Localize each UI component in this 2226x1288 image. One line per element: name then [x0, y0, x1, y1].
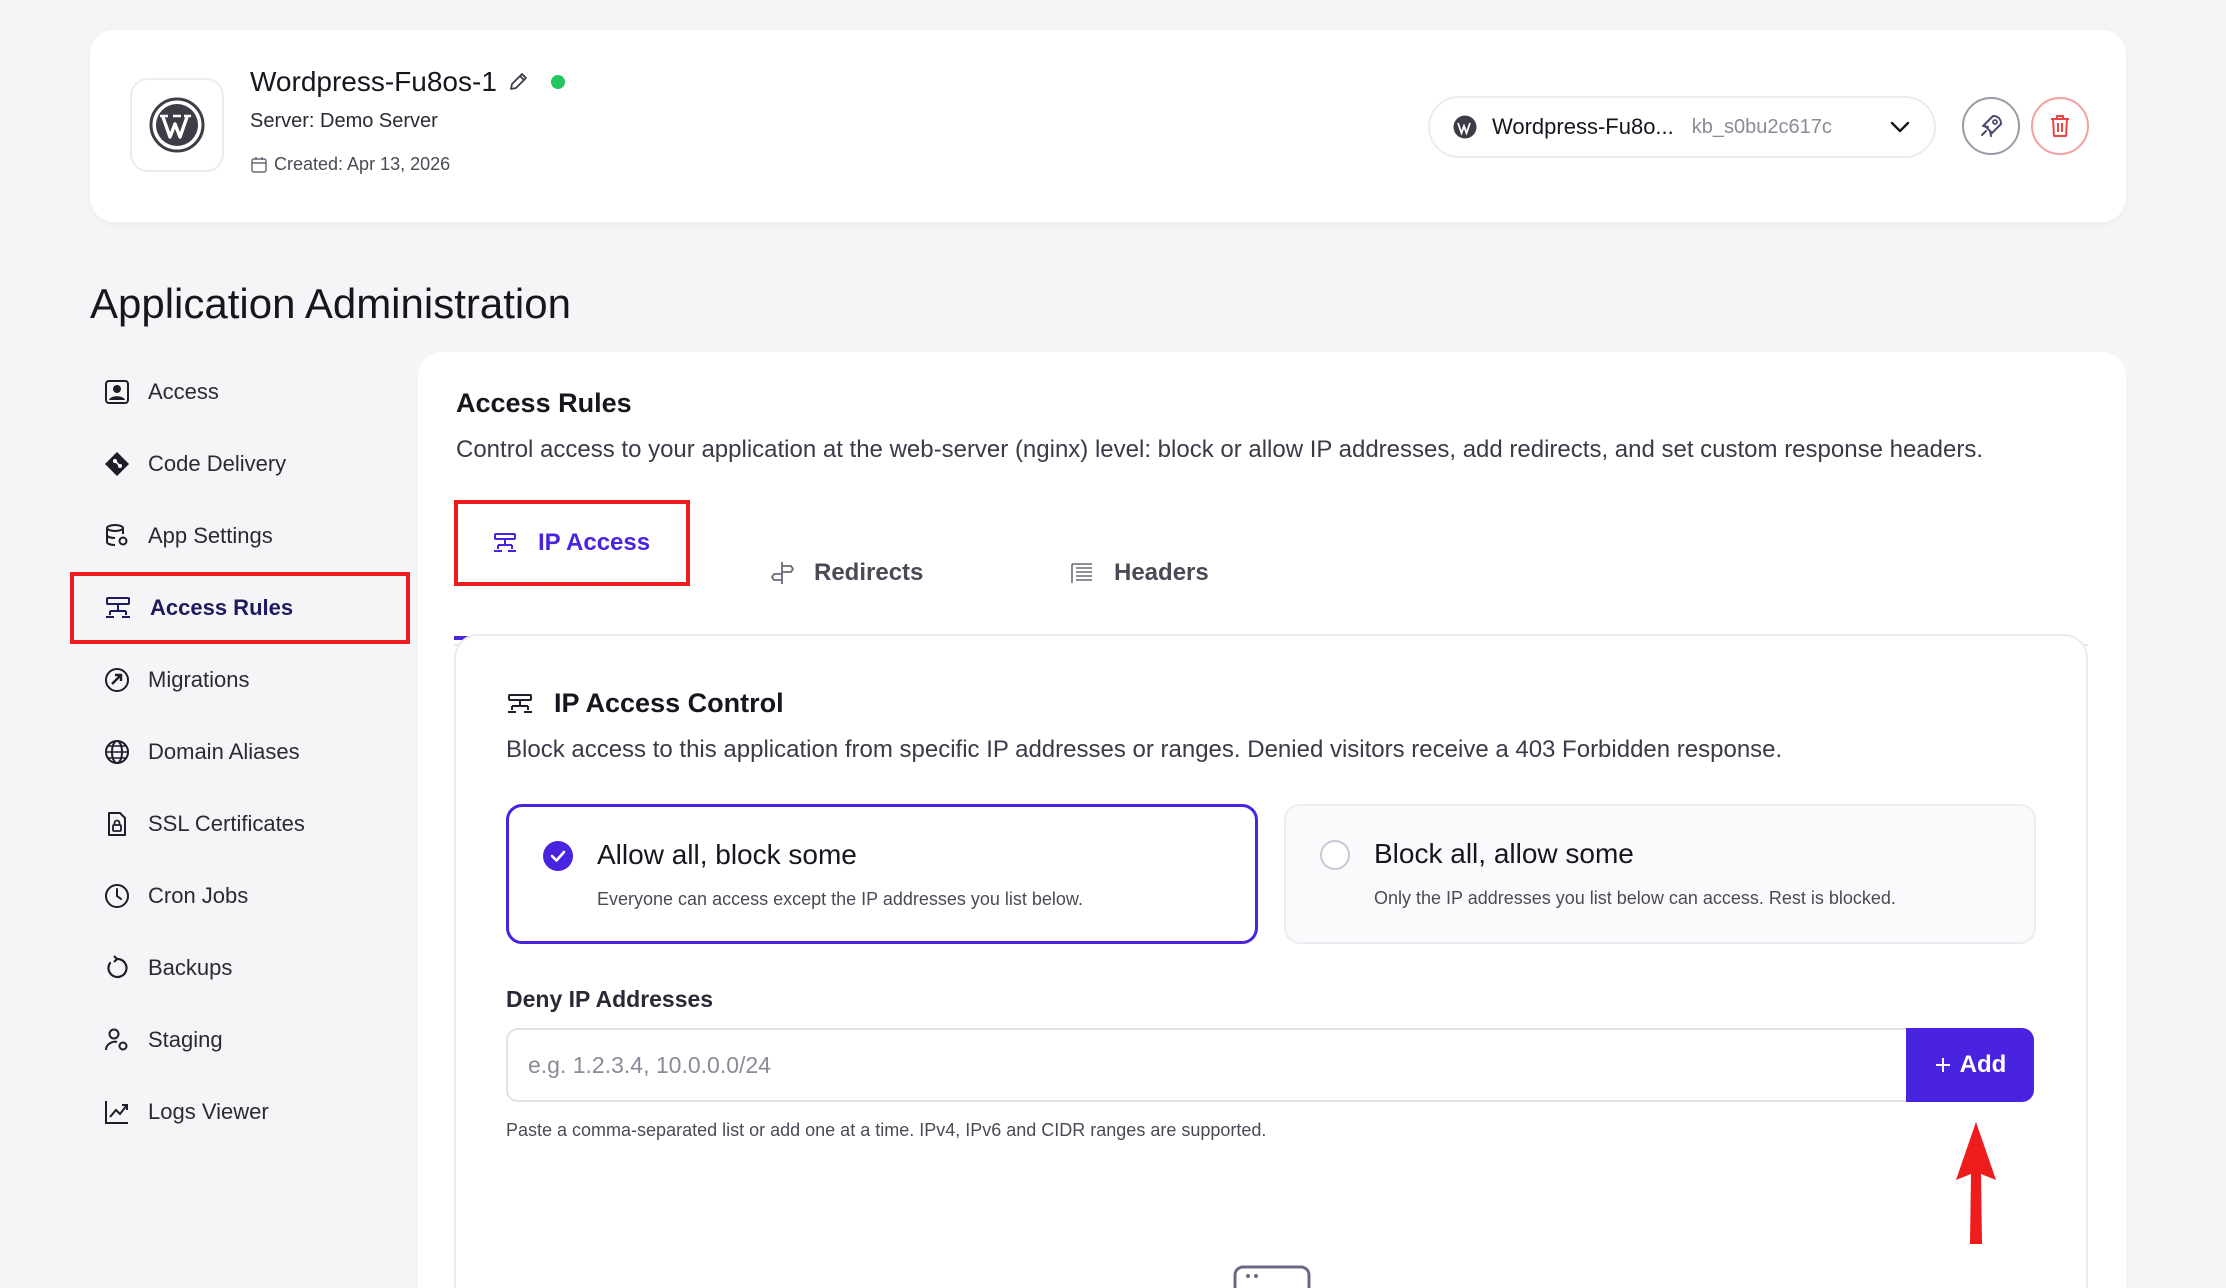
network-icon — [506, 692, 534, 716]
pencil-edit-icon[interactable] — [507, 71, 529, 93]
rocket-icon — [1977, 112, 2005, 140]
deny-ip-input[interactable] — [506, 1028, 1906, 1102]
sidebar-item-app-settings[interactable]: App Settings — [70, 500, 410, 572]
sidebar-item-access-rules[interactable]: Access Rules — [70, 572, 410, 644]
mode-title: Block all, allow some — [1374, 838, 1634, 869]
sidebar-item-label: App Settings — [148, 523, 273, 548]
deny-ip-hint: Paste a comma-separated list or add one … — [506, 1120, 1267, 1140]
user-gear-icon — [104, 1027, 130, 1053]
ip-access-title: IP Access Control — [506, 688, 784, 719]
deploy-button[interactable] — [1962, 97, 2020, 155]
sidebar-item-label: Migrations — [148, 667, 250, 692]
radio-unchecked-icon[interactable] — [1320, 840, 1350, 870]
sidebar-item-cron-jobs[interactable]: Cron Jobs — [70, 860, 410, 932]
section-title: Access Rules — [456, 388, 632, 418]
mode-allow-all-block-some[interactable]: Allow all, block some Everyone can acces… — [506, 804, 1258, 944]
empty-list-server-icon — [1232, 1264, 1312, 1288]
page-title: Application Administration — [90, 280, 571, 327]
signpost-icon — [770, 560, 794, 586]
app-switcher-dropdown[interactable]: Wordpress-Fu8o... kb_s0bu2c617c — [1428, 96, 1936, 158]
tab-label: Redirects — [814, 559, 924, 586]
sidebar-item-label: SSL Certificates — [148, 811, 305, 836]
sidebar-item-label: Staging — [148, 1027, 223, 1052]
sidebar-item-ssl-certificates[interactable]: SSL Certificates — [70, 788, 410, 860]
globe-icon — [104, 739, 130, 765]
ip-access-title-text: IP Access Control — [554, 688, 784, 718]
access-rules-tabs: IP Access Redirects Headers — [454, 500, 2088, 646]
add-ip-button[interactable]: Add — [1906, 1028, 2034, 1102]
wordpress-icon — [149, 97, 205, 153]
mode-title: Allow all, block some — [597, 839, 857, 870]
ip-access-description: Block access to this application from sp… — [506, 736, 1783, 763]
network-icon — [104, 595, 132, 621]
annotation-arrow — [1952, 1118, 2000, 1253]
chart-line-icon — [104, 1099, 130, 1125]
app-switcher-name: Wordpress-Fu8o... — [1492, 114, 1674, 139]
app-header-card: Wordpress-Fu8os-1 Server: Demo Server Cr… — [90, 30, 2126, 222]
created-date: Created: Apr 13, 2026 — [250, 154, 450, 175]
sidebar-item-migrations[interactable]: Migrations — [70, 644, 410, 716]
git-diamond-icon — [104, 451, 130, 477]
sidebar-item-label: Code Delivery — [148, 451, 287, 476]
wordpress-logo — [130, 78, 224, 172]
sidebar-item-code-delivery[interactable]: Code Delivery — [70, 428, 410, 500]
add-ip-button-label: Add — [1959, 1051, 2007, 1078]
certificate-lock-icon — [104, 811, 130, 837]
sidebar-item-label: Cron Jobs — [148, 883, 249, 908]
admin-sidebar: Access Code Delivery App Settings Access… — [70, 356, 410, 1148]
section-description: Control access to your application at th… — [456, 436, 1983, 463]
app-name: Wordpress-Fu8os-1 — [250, 66, 497, 97]
sidebar-item-access[interactable]: Access — [70, 356, 410, 428]
migrate-icon — [104, 667, 130, 693]
database-settings-icon — [104, 523, 130, 549]
sidebar-item-logs-viewer[interactable]: Logs Viewer — [70, 1076, 410, 1148]
mode-subtitle: Only the IP addresses you list below can… — [1374, 888, 1896, 908]
radio-checked-icon[interactable] — [543, 841, 573, 871]
network-icon — [492, 531, 518, 555]
server-name: Server: Demo Server — [250, 110, 438, 132]
list-lines-icon — [1070, 561, 1094, 585]
tab-redirects[interactable]: Redirects — [770, 500, 923, 646]
sidebar-item-staging[interactable]: Staging — [70, 1004, 410, 1076]
user-square-icon — [104, 379, 130, 405]
calendar-icon — [250, 156, 268, 174]
sidebar-item-domain-aliases[interactable]: Domain Aliases — [70, 716, 410, 788]
tab-headers[interactable]: Headers — [1070, 500, 1209, 646]
refresh-icon — [104, 955, 130, 981]
plus-icon — [1934, 1056, 1952, 1074]
sidebar-item-label: Logs Viewer — [148, 1099, 269, 1124]
chevron-down-icon — [1888, 115, 1912, 139]
created-date-text: Created: Apr 13, 2026 — [274, 154, 451, 174]
clock-icon — [104, 883, 130, 909]
delete-app-button[interactable] — [2031, 97, 2089, 155]
deny-ip-label: Deny IP Addresses — [506, 986, 714, 1012]
sidebar-item-label: Access Rules — [150, 595, 294, 620]
sidebar-item-label: Backups — [148, 955, 233, 980]
wordpress-icon — [1452, 114, 1478, 140]
ip-access-card: IP Access Control Block access to this a… — [454, 634, 2088, 1288]
status-online-dot — [550, 75, 565, 89]
access-rules-panel: Access Rules Control access to your appl… — [418, 352, 2126, 1288]
tab-label: Headers — [1114, 559, 1209, 586]
sidebar-item-label: Access — [148, 379, 219, 404]
sidebar-item-label: Domain Aliases — [148, 739, 300, 764]
trash-icon — [2046, 112, 2074, 140]
sidebar-item-backups[interactable]: Backups — [70, 932, 410, 1004]
mode-subtitle: Everyone can access except the IP addres… — [597, 889, 1083, 909]
app-switcher-id: kb_s0bu2c617c — [1691, 115, 1832, 138]
mode-block-all-allow-some[interactable]: Block all, allow some Only the IP addres… — [1284, 804, 2036, 944]
tab-ip-access[interactable]: IP Access — [454, 500, 691, 586]
tab-label: IP Access — [538, 529, 651, 556]
